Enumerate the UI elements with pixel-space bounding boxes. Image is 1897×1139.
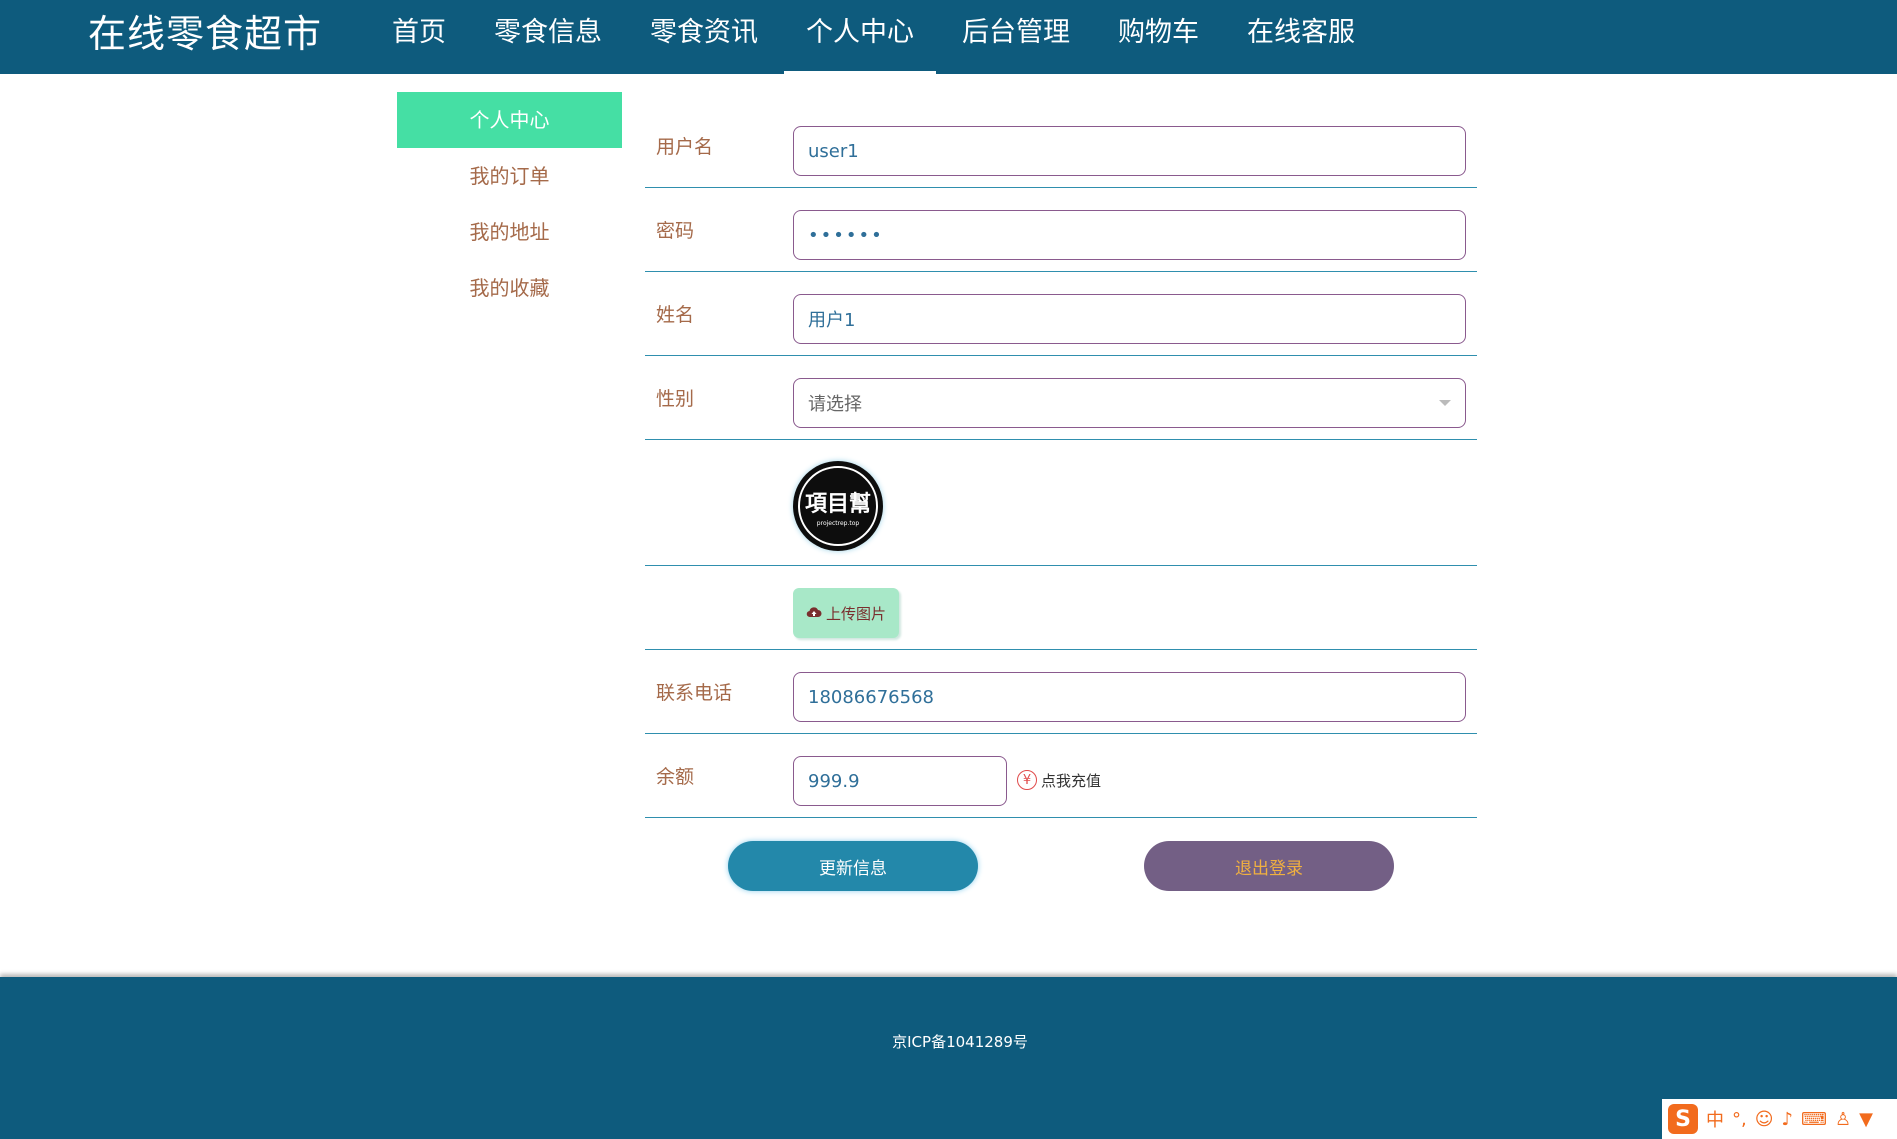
recharge-link[interactable]: ¥ 点我充值 [1017, 768, 1101, 792]
ime-toolbar: S 中 °, ☺ ♪ ⌨ ♙ ▼ [1662, 1099, 1897, 1139]
gender-select-placeholder: 请选择 [808, 394, 862, 415]
skin-icon[interactable]: ▼ [1859, 1109, 1873, 1130]
yen-icon: ¥ [1017, 770, 1037, 790]
sogou-ime-icon[interactable]: S [1668, 1104, 1698, 1134]
nav-home[interactable]: 首页 [370, 0, 468, 74]
profile-form: 用户名 user1 密码 •••••• 姓名 用户1 性别 请选择 項目幫 pr… [645, 104, 1477, 818]
logout-button[interactable]: 退出登录 [1144, 841, 1394, 891]
site-brand[interactable]: 在线零食超市 [88, 10, 322, 58]
balance-label: 余额 [656, 766, 695, 788]
avatar-logo-text: 項目幫 [805, 491, 871, 517]
avatar-logo-icon: 項目幫 projectrep.top [794, 462, 882, 550]
microphone-icon[interactable]: ♪ [1782, 1109, 1794, 1130]
phone-label: 联系电话 [656, 682, 733, 704]
avatar-logo-subtext: projectrep.top [817, 520, 860, 527]
sidebar-item-my-address[interactable]: 我的地址 [397, 204, 622, 260]
sidebar-item-personal-center[interactable]: 个人中心 [397, 92, 622, 148]
icp-record: 京ICP备1041289号 [892, 1033, 1028, 1051]
gender-label: 性别 [656, 388, 695, 410]
upload-image-button[interactable]: 上传图片 [793, 588, 899, 638]
password-label: 密码 [656, 220, 695, 242]
nav-personal-center[interactable]: 个人中心 [784, 0, 936, 74]
username-label: 用户名 [656, 136, 714, 158]
nav-admin[interactable]: 后台管理 [940, 0, 1092, 74]
cloud-upload-icon [806, 604, 822, 622]
recharge-label: 点我充值 [1041, 771, 1102, 790]
phone-input[interactable]: 18086676568 [793, 672, 1466, 722]
nav-cart[interactable]: 购物车 [1096, 0, 1221, 74]
upload-image-label: 上传图片 [825, 604, 886, 623]
main-nav: 首页 零食信息 零食资讯 个人中心 后台管理 购物车 在线客服 [370, 0, 1381, 74]
form-row-phone: 联系电话 18086676568 [645, 650, 1477, 734]
form-row-name: 姓名 用户1 [645, 272, 1477, 356]
password-input[interactable]: •••••• [793, 210, 1466, 260]
form-row-upload: 上传图片 [645, 566, 1477, 650]
form-row-password: 密码 •••••• [645, 188, 1477, 272]
top-nav-bar: 在线零食超市 首页 零食信息 零食资讯 个人中心 后台管理 购物车 在线客服 [0, 0, 1897, 74]
ime-lang-indicator[interactable]: 中 [1706, 1106, 1724, 1132]
username-input[interactable]: user1 [793, 126, 1466, 176]
update-info-button[interactable]: 更新信息 [728, 841, 978, 891]
nav-online-service[interactable]: 在线客服 [1225, 0, 1377, 74]
balance-input[interactable]: 999.9 [793, 756, 1007, 806]
gender-select[interactable]: 请选择 [793, 378, 1466, 428]
punctuation-icon[interactable]: °, [1732, 1109, 1747, 1130]
user-icon[interactable]: ♙ [1835, 1109, 1851, 1130]
sidebar-item-my-favorites[interactable]: 我的收藏 [397, 260, 622, 316]
form-row-balance: 余额 999.9 ¥ 点我充值 [645, 734, 1477, 818]
form-row-username: 用户名 user1 [645, 104, 1477, 188]
keyboard-icon[interactable]: ⌨ [1801, 1109, 1827, 1130]
name-input[interactable]: 用户1 [793, 294, 1466, 344]
form-row-gender: 性别 请选择 [645, 356, 1477, 440]
nav-snack-news[interactable]: 零食资讯 [628, 0, 780, 74]
emoji-icon[interactable]: ☺ [1755, 1109, 1774, 1130]
nav-snack-info[interactable]: 零食信息 [472, 0, 624, 74]
name-label: 姓名 [656, 304, 695, 326]
chevron-down-icon [1439, 400, 1451, 406]
sidebar-item-my-orders[interactable]: 我的订单 [397, 148, 622, 204]
sidebar: 个人中心 我的订单 我的地址 我的收藏 [397, 92, 622, 316]
form-row-avatar: 項目幫 projectrep.top [645, 440, 1477, 566]
footer: 京ICP备1041289号 [0, 977, 1897, 1139]
avatar: 項目幫 projectrep.top [793, 461, 883, 551]
